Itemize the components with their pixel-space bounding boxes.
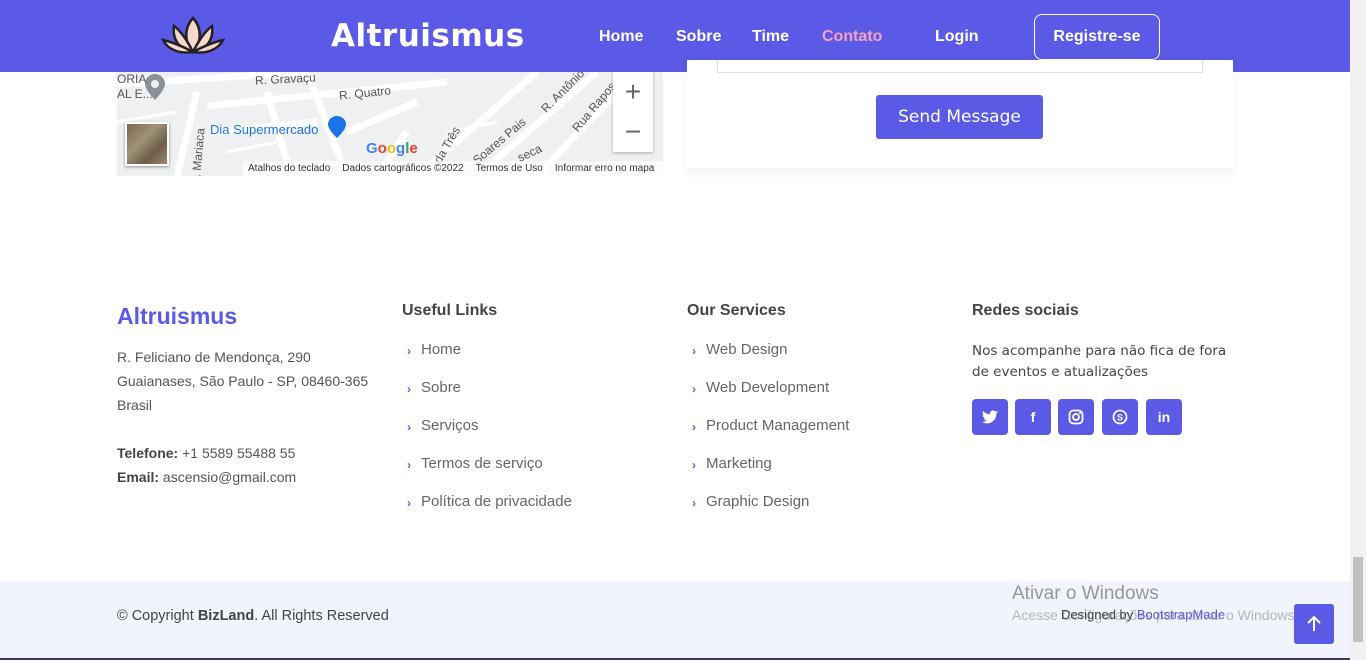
- address-line: R. Feliciano de Mendonça, 290: [117, 349, 311, 365]
- map-terms[interactable]: Termos de Uso: [476, 163, 543, 174]
- page-scrollbar[interactable]: [1350, 0, 1366, 660]
- service-link[interactable]: › Web Design: [692, 341, 849, 379]
- chevron-right-icon: ›: [407, 382, 411, 396]
- services-title: Our Services: [687, 302, 786, 319]
- zoom-in-button[interactable]: +: [613, 72, 653, 112]
- chevron-right-icon: ›: [692, 382, 696, 396]
- footer-address: R. Feliciano de Mendonça, 290 Guaianases…: [117, 345, 368, 417]
- message-textarea[interactable]: [717, 60, 1203, 73]
- chevron-right-icon: ›: [692, 458, 696, 472]
- arrow-up-icon: [1307, 615, 1321, 631]
- site-brand[interactable]: Altruismus: [331, 18, 525, 54]
- svg-text:S: S: [1117, 413, 1123, 423]
- instagram-icon[interactable]: [1058, 399, 1094, 435]
- useful-links-title: Useful Links: [402, 302, 498, 319]
- nav-sobre[interactable]: Sobre: [676, 28, 721, 46]
- chevron-right-icon: ›: [692, 344, 696, 358]
- google-logo: Google: [366, 140, 418, 157]
- footer-bottom: © Copyright BizLand. All Rights Reserved…: [0, 581, 1350, 660]
- zoom-out-button[interactable]: −: [613, 112, 653, 152]
- address-line: Guaianases, São Paulo - SP, 08460-365: [117, 373, 369, 389]
- service-link[interactable]: › Graphic Design: [692, 493, 849, 531]
- chevron-right-icon: ›: [407, 458, 411, 472]
- chevron-right-icon: ›: [407, 420, 411, 434]
- credits-text: Designed by BootstrapMade: [1061, 607, 1225, 622]
- windows-activation-title: Ativar o Windows: [1012, 583, 1159, 604]
- phone-label: Telefone:: [117, 445, 179, 461]
- service-link-label: Web Design: [706, 341, 788, 358]
- facebook-icon[interactable]: f: [1015, 399, 1051, 435]
- footer-link-label: Termos de serviço: [421, 455, 543, 472]
- copyright-prefix: © Copyright: [117, 608, 198, 624]
- chevron-right-icon: ›: [407, 496, 411, 510]
- service-link[interactable]: › Product Management: [692, 417, 849, 455]
- footer-link[interactable]: › Serviços: [407, 417, 572, 455]
- services-list: › Web Design › Web Development › Product Ma…: [692, 341, 849, 531]
- map-report-error[interactable]: Informar erro no mapa: [555, 163, 655, 174]
- send-message-button[interactable]: Send Message: [876, 95, 1043, 139]
- skype-icon[interactable]: S: [1102, 399, 1138, 435]
- footer-brand: Altruismus: [117, 303, 238, 329]
- chevron-right-icon: ›: [692, 496, 696, 510]
- designed-by-label: Designed by: [1061, 607, 1137, 622]
- service-link[interactable]: › Marketing: [692, 455, 849, 493]
- scrollbar-thumb[interactable]: [1353, 557, 1363, 642]
- back-to-top-button[interactable]: [1294, 604, 1334, 644]
- map-label: AL E...: [117, 87, 153, 101]
- nav-login[interactable]: Login: [935, 28, 979, 46]
- map-satellite-toggle[interactable]: [125, 122, 169, 166]
- chevron-right-icon: ›: [692, 420, 696, 434]
- footer-link[interactable]: › Home: [407, 341, 572, 379]
- map-keyboard-shortcuts[interactable]: Atalhos do teclado: [248, 163, 330, 174]
- twitter-icon[interactable]: [972, 399, 1008, 435]
- nav-home[interactable]: Home: [599, 28, 643, 46]
- address-line: Brasil: [117, 397, 153, 413]
- map-label-supermarket[interactable]: Dia Supermercado: [210, 122, 318, 137]
- map-attribution: Atalhos do teclado Dados cartográficos ©…: [243, 161, 663, 176]
- service-link-label: Marketing: [706, 455, 772, 472]
- footer-link-label: Serviços: [421, 417, 479, 434]
- copyright-text: © Copyright BizLand. All Rights Reserved: [117, 608, 389, 624]
- service-link-label: Web Development: [706, 379, 830, 396]
- footer-contact: Telefone: +1 5589 55488 55 Email: ascens…: [117, 441, 296, 489]
- designer-link[interactable]: BootstrapMade: [1137, 607, 1225, 622]
- map-data: Dados cartográficos ©2022: [342, 163, 464, 174]
- contact-form-card: Send Message: [687, 60, 1233, 168]
- footer-link-label: Home: [421, 341, 462, 358]
- footer-link[interactable]: › Termos de serviço: [407, 455, 572, 493]
- email-value: ascensio@gmail.com: [162, 469, 297, 485]
- footer-link-label: Sobre: [421, 379, 462, 396]
- register-button[interactable]: Registre-se: [1034, 14, 1160, 60]
- map-label: ORIA: [117, 72, 147, 86]
- linkedin-icon[interactable]: in: [1146, 399, 1182, 435]
- map-zoom-controls: + −: [613, 72, 653, 152]
- footer-link[interactable]: › Política de privacidade: [407, 493, 572, 531]
- nav-contato[interactable]: Contato: [822, 28, 882, 46]
- footer-link[interactable]: › Sobre: [407, 379, 572, 417]
- chevron-right-icon: ›: [407, 344, 411, 358]
- email-label: Email:: [117, 469, 160, 485]
- lotus-icon[interactable]: [160, 14, 226, 60]
- copyright-suffix: . All Rights Reserved: [254, 608, 389, 624]
- social-description: Nos acompanhe para não fica de fora de e…: [972, 343, 1227, 380]
- phone-value: +1 5589 55488 55: [182, 445, 296, 461]
- social-title: Redes sociais: [972, 302, 1079, 319]
- service-link-label: Graphic Design: [706, 493, 810, 510]
- service-link-label: Product Management: [706, 417, 850, 434]
- google-map[interactable]: ORIA AL E... R. Gravaçu R. Quatro R. Ant…: [117, 72, 663, 176]
- nav-time[interactable]: Time: [752, 28, 789, 46]
- service-link[interactable]: › Web Development: [692, 379, 849, 417]
- copyright-brand: BizLand: [197, 608, 255, 624]
- footer-link-label: Política de privacidade: [421, 493, 572, 510]
- useful-links-list: › Home › Sobre › Serviços › Termos de serviç…: [407, 341, 572, 531]
